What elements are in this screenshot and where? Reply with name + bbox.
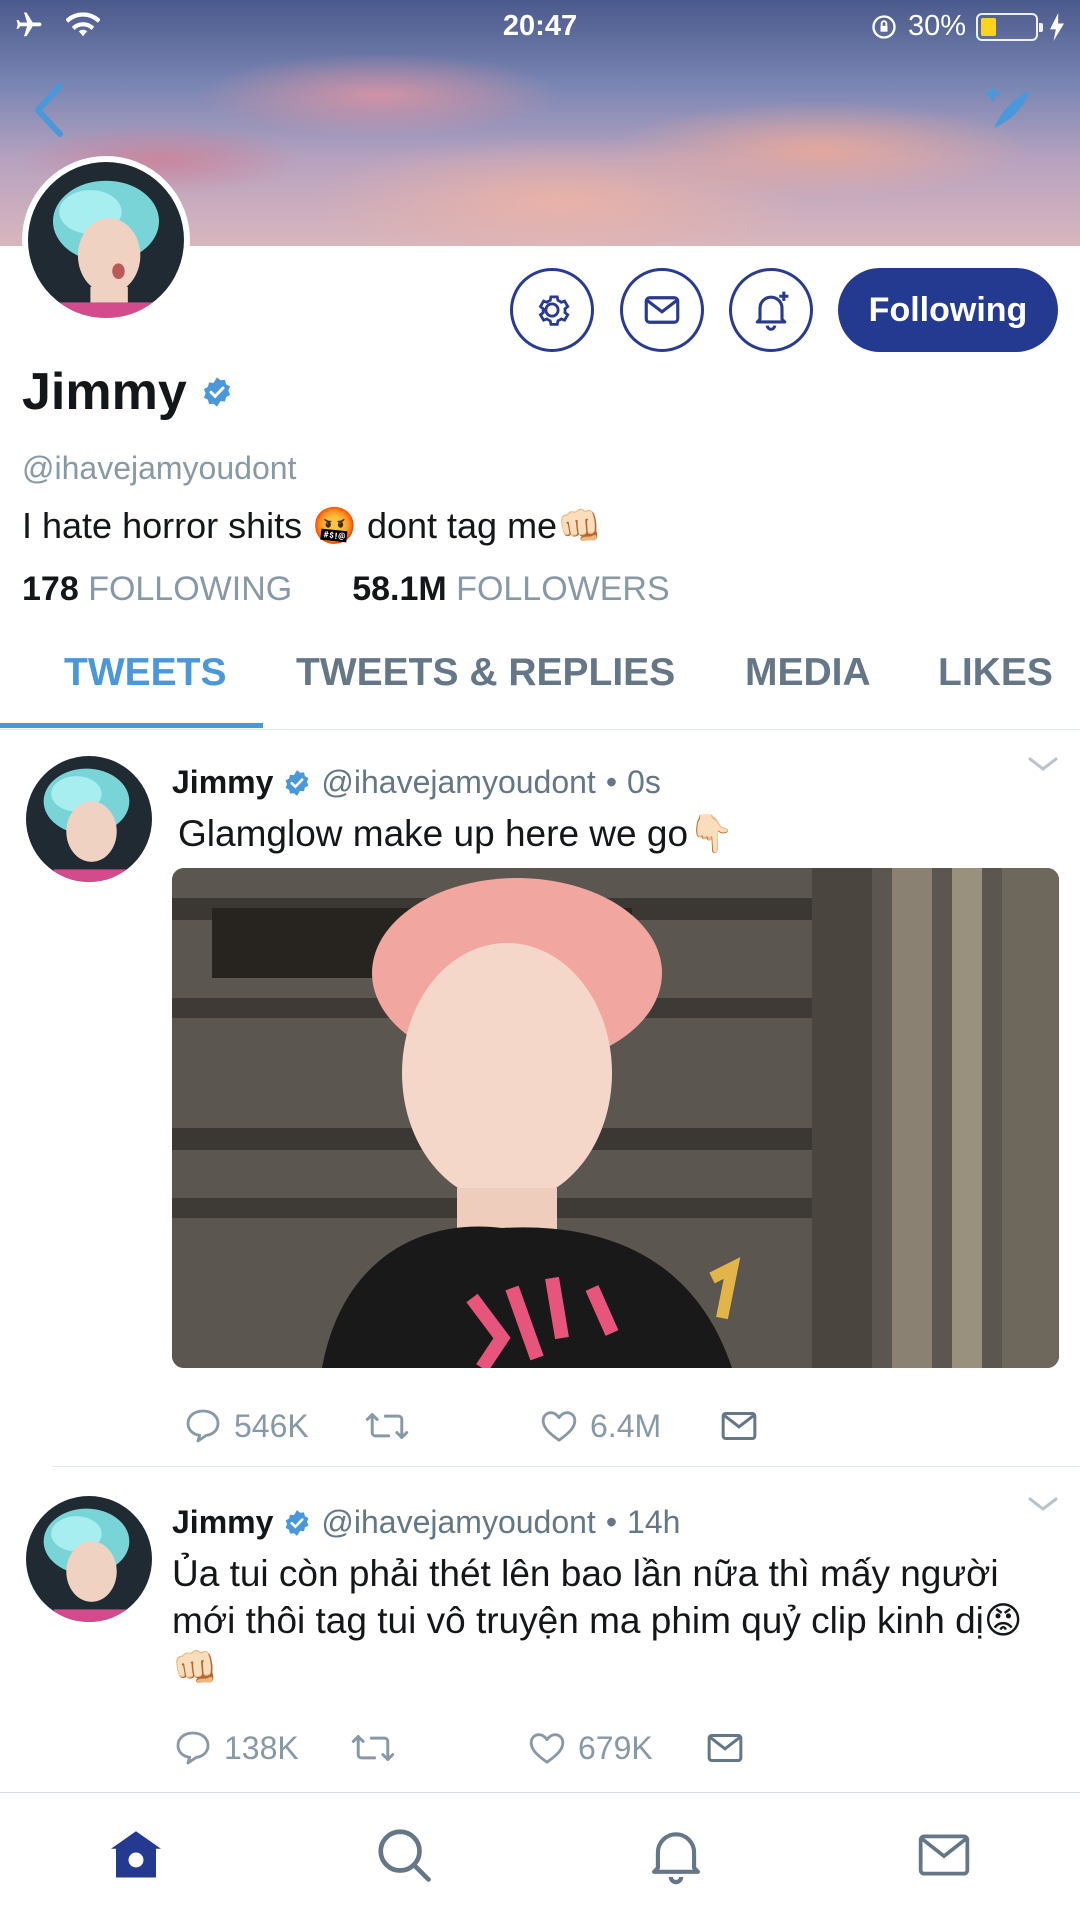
nav-home[interactable] <box>104 1823 168 1887</box>
tab-media[interactable]: MEDIA <box>745 640 871 730</box>
like-count: 6.4M <box>590 1407 662 1444</box>
tweet-avatar[interactable] <box>26 756 152 882</box>
reply-action[interactable]: 546K <box>182 1404 309 1448</box>
tweet-author-handle: @ihavejamyoudont <box>321 764 596 800</box>
reply-count: 546K <box>234 1407 309 1444</box>
chevron-down-icon[interactable] <box>1028 1496 1058 1512</box>
tweet-photo[interactable] <box>172 868 1059 1368</box>
bell-plus-icon <box>755 291 789 331</box>
share-action[interactable] <box>716 1404 762 1448</box>
tweet-author-handle: @ihavejamyoudont <box>321 1504 596 1540</box>
home-icon <box>111 1831 161 1878</box>
followers-stat[interactable]: 58.1M FOLLOWERS <box>352 570 669 609</box>
orientation-lock-icon <box>872 14 896 39</box>
verified-badge-icon <box>203 377 230 407</box>
profile-name: Jimmy <box>22 363 187 421</box>
tweet-divider <box>52 1466 1080 1467</box>
profile-handle: @ihavejamyoudont <box>22 450 297 486</box>
following-button[interactable]: Following <box>838 268 1058 352</box>
reply-count: 138K <box>224 1729 299 1766</box>
tweet-text: Ủa tui còn phải thét lên bao lần nữa thì… <box>172 1553 1023 1688</box>
chevron-left-icon[interactable] <box>30 80 70 140</box>
profile-avatar[interactable] <box>22 156 190 324</box>
search-icon <box>378 1829 431 1882</box>
profile-tabs: TWEETS TWEETS & REPLIES MEDIA LIKES <box>0 640 1080 730</box>
following-label: FOLLOWING <box>88 570 293 608</box>
retweet-action[interactable] <box>364 1404 420 1448</box>
battery-icon <box>976 12 1043 41</box>
retweet-icon <box>365 1413 409 1439</box>
tweet-separator: • <box>605 764 618 800</box>
settings-button[interactable] <box>510 268 594 352</box>
profile-name-row: Jimmy <box>22 362 233 422</box>
battery-percent: 30% <box>907 10 966 42</box>
tweet-photo-image <box>172 868 1059 1368</box>
like-count: 679K <box>578 1729 653 1766</box>
nav-search[interactable] <box>372 1823 436 1887</box>
verified-badge-icon <box>285 769 309 796</box>
messages-icon <box>918 1834 970 1876</box>
tab-tweets[interactable]: TWEETS <box>64 640 227 730</box>
tweet-timestamp: 14h <box>627 1504 681 1540</box>
like-action[interactable]: 679K <box>526 1726 653 1770</box>
status-bar: 20:47 30% <box>0 0 1080 56</box>
tweet-separator: • <box>605 1504 618 1540</box>
share-action[interactable] <box>702 1726 748 1770</box>
profile-bio: I hate horror shits 🤬 dont tag me👊🏻 <box>22 505 602 546</box>
heart-icon <box>541 1411 577 1442</box>
tweet-author-name[interactable]: Jimmy <box>172 1504 273 1541</box>
bottom-tab-bar <box>0 1792 1080 1920</box>
followers-label: FOLLOWERS <box>456 570 670 608</box>
compose-tweet-icon[interactable] <box>980 80 1040 140</box>
following-stat[interactable]: 178 FOLLOWING <box>22 570 292 609</box>
nav-notifications[interactable] <box>644 1823 708 1887</box>
charging-icon <box>1050 12 1064 41</box>
chevron-down-icon[interactable] <box>1028 756 1058 772</box>
avatar-image <box>26 756 152 882</box>
tweet-header: Jimmy @ihavejamyoudont • 14h <box>172 1504 680 1541</box>
retweet-action[interactable] <box>350 1726 406 1770</box>
verified-badge-icon <box>285 1509 309 1536</box>
following-count: 178 <box>22 570 79 608</box>
tab-likes[interactable]: LIKES <box>938 640 1053 730</box>
notifications-toggle-button[interactable] <box>729 268 813 352</box>
notifications-icon <box>651 1832 701 1885</box>
tab-tweets-replies[interactable]: TWEETS & REPLIES <box>296 640 675 730</box>
tweet-timestamp: 0s <box>627 764 661 800</box>
avatar-image <box>28 162 184 318</box>
profile-stats: 178 FOLLOWING 58.1M FOLLOWERS <box>22 570 670 609</box>
retweet-icon <box>351 1735 395 1761</box>
avatar-image <box>26 1496 152 1622</box>
like-action[interactable]: 6.4M <box>538 1404 661 1448</box>
tweet-avatar[interactable] <box>26 1496 152 1622</box>
heart-icon <box>529 1733 565 1764</box>
tweet-header: Jimmy @ihavejamyoudont • 0s <box>172 764 661 801</box>
mail-icon <box>721 1412 757 1440</box>
reply-icon <box>176 1731 210 1765</box>
reply-action[interactable]: 138K <box>172 1726 299 1770</box>
followers-count: 58.1M <box>352 570 447 608</box>
tweet-author-name[interactable]: Jimmy <box>172 764 273 801</box>
mail-icon <box>707 1734 743 1762</box>
gear-icon <box>538 295 570 326</box>
message-button[interactable] <box>620 268 704 352</box>
tweet-text: Glamglow make up here we go👇🏻 <box>178 813 735 854</box>
mail-icon <box>644 296 680 324</box>
active-tab-indicator <box>0 723 263 728</box>
nav-messages[interactable] <box>912 1823 976 1887</box>
reply-icon <box>186 1409 220 1443</box>
